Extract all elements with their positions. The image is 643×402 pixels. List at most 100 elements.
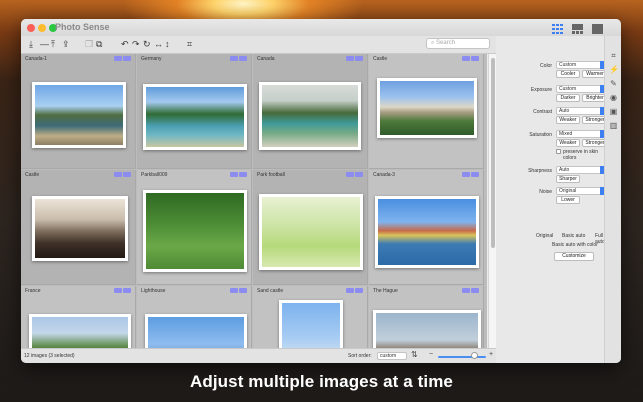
cell-badges bbox=[461, 172, 479, 179]
zoom-slider-knob[interactable] bbox=[470, 352, 478, 359]
sharpness-label: Sharpness bbox=[528, 168, 552, 174]
grid-cell[interactable]: Lighthouse bbox=[137, 286, 252, 348]
grid-cell[interactable]: The Hague bbox=[369, 286, 484, 348]
exposure-select[interactable]: Custom bbox=[556, 85, 608, 93]
saturation-label: Saturation bbox=[529, 132, 552, 138]
promo-caption: Adjust multiple images at a time bbox=[190, 372, 453, 391]
camera-icon[interactable]: ▣ bbox=[609, 107, 618, 116]
contrast-select[interactable]: Auto bbox=[556, 107, 608, 115]
photo-thumbnail bbox=[259, 82, 361, 150]
saturation-select[interactable]: Mixed bbox=[556, 130, 608, 138]
cell-badges bbox=[461, 56, 479, 63]
status-bar: 12 images (3 selected) Sort order: custo… bbox=[21, 348, 496, 363]
grid-cell[interactable]: Canada bbox=[253, 54, 368, 169]
badge-icon bbox=[355, 56, 363, 61]
export-all-icon[interactable]: ⇪ bbox=[62, 39, 70, 50]
image-grid: Canada-1 Germany Canada Castle Castle Pa… bbox=[21, 54, 487, 348]
cell-badges bbox=[229, 172, 247, 179]
grid-cell[interactable]: Sand castle bbox=[253, 286, 368, 348]
palette-icon[interactable]: ◉ bbox=[609, 93, 618, 102]
badge-icon bbox=[123, 172, 131, 177]
grid-cell[interactable]: Castle bbox=[21, 170, 136, 285]
customize-button[interactable]: Customize bbox=[554, 252, 594, 261]
close-window-button[interactable] bbox=[27, 24, 35, 32]
photo-thumbnail bbox=[373, 310, 481, 348]
noise-label: Noise bbox=[539, 189, 552, 195]
flip-horizontal-icon[interactable]: ↔ bbox=[154, 39, 163, 50]
noise-lower-button[interactable]: Lower bbox=[556, 196, 580, 204]
contrast-value: Auto bbox=[559, 108, 570, 114]
crop-tool-icon[interactable]: ⌗ bbox=[609, 51, 618, 60]
tool-tab-column: ⌗ ⚡ ✎ ◉ ▣ ▥ bbox=[604, 36, 621, 363]
badge-icon bbox=[471, 288, 479, 293]
crop-icon[interactable]: ⌗ bbox=[187, 39, 192, 50]
cell-label: Germany bbox=[141, 56, 162, 62]
undo-icon[interactable]: ↶ bbox=[121, 39, 129, 50]
grid-view-icon[interactable] bbox=[552, 21, 563, 34]
photo-thumbnail bbox=[29, 314, 131, 348]
cell-label: Canada-3 bbox=[373, 172, 395, 178]
import-icon[interactable]: ⤓ bbox=[29, 39, 33, 50]
scrollbar-thumb[interactable] bbox=[491, 58, 495, 248]
color-select[interactable]: Custom bbox=[556, 61, 608, 69]
brush-icon[interactable]: ✎ bbox=[609, 79, 618, 88]
duplicate-icon[interactable]: ❐ bbox=[85, 39, 93, 50]
badge-icon bbox=[239, 56, 247, 61]
minimize-window-button[interactable] bbox=[38, 24, 46, 32]
noise-value: Original bbox=[559, 188, 577, 194]
sharper-button[interactable]: Sharper bbox=[556, 175, 580, 183]
sort-direction-icon[interactable]: ⇅ bbox=[411, 350, 418, 359]
basic-auto-option[interactable]: Basic auto bbox=[562, 233, 585, 239]
grid-cell[interactable]: Canada-3 bbox=[369, 170, 484, 285]
export-icon[interactable]: ⤒ bbox=[51, 39, 55, 50]
rotate-icon[interactable]: ↻ bbox=[143, 39, 151, 50]
badge-icon bbox=[114, 56, 122, 61]
sort-order-label: Sort order: bbox=[348, 353, 372, 359]
flip-vertical-icon[interactable]: ↕ bbox=[165, 39, 170, 50]
cell-badges bbox=[113, 288, 131, 295]
cell-label: Canada bbox=[257, 56, 275, 62]
sharpness-select[interactable]: Auto bbox=[556, 166, 608, 174]
basic-auto-color-option[interactable]: Basic auto with color bbox=[552, 242, 598, 248]
photo-thumbnail bbox=[32, 196, 128, 261]
redo-icon[interactable]: ↷ bbox=[132, 39, 140, 50]
badge-icon bbox=[355, 172, 363, 177]
cell-label: Sand castle bbox=[257, 288, 284, 294]
copy-icon[interactable]: ⧉ bbox=[96, 39, 102, 50]
grid-cell[interactable]: Castle bbox=[369, 54, 484, 169]
split-view-icon[interactable] bbox=[572, 21, 583, 34]
grid-cell[interactable]: Parkball009 bbox=[137, 170, 252, 285]
original-option[interactable]: Original bbox=[536, 233, 553, 239]
grid-cell[interactable]: France bbox=[21, 286, 136, 348]
grid-scrollbar[interactable] bbox=[488, 54, 496, 348]
cell-badges bbox=[229, 56, 247, 63]
grid-cell[interactable]: Park football bbox=[253, 170, 368, 285]
cooler-button[interactable]: Cooler bbox=[556, 70, 580, 78]
search-field[interactable]: ⌕ Search bbox=[426, 38, 490, 49]
badge-icon bbox=[462, 56, 470, 61]
grid-cell[interactable]: Canada-1 bbox=[21, 54, 136, 169]
badge-icon bbox=[355, 288, 363, 293]
levels-icon[interactable]: ▥ bbox=[609, 121, 618, 130]
sort-order-select[interactable]: custom bbox=[377, 352, 407, 360]
adjustments-panel: Color Custom Cooler Warmer Exposure Cust… bbox=[496, 36, 608, 363]
cell-badges bbox=[345, 172, 363, 179]
zoom-out-button[interactable]: − bbox=[429, 351, 433, 358]
contrast-weaker-button[interactable]: Weaker bbox=[556, 116, 580, 124]
preserve-skin-checkbox[interactable] bbox=[556, 149, 561, 154]
saturation-weaker-button[interactable]: Weaker bbox=[556, 139, 580, 147]
grid-cell[interactable]: Germany bbox=[137, 54, 252, 169]
cell-badges bbox=[229, 288, 247, 295]
zoom-in-button[interactable]: + bbox=[489, 351, 493, 358]
noise-select[interactable]: Original bbox=[556, 187, 608, 195]
search-icon: ⌕ bbox=[431, 40, 435, 46]
magic-wand-icon[interactable]: ⚡ bbox=[609, 65, 619, 74]
badge-icon bbox=[114, 288, 122, 293]
badge-icon bbox=[239, 172, 247, 177]
badge-icon bbox=[230, 172, 238, 177]
color-label: Color bbox=[540, 63, 552, 69]
zoom-slider[interactable] bbox=[438, 356, 486, 358]
single-view-icon[interactable] bbox=[592, 21, 603, 34]
minus-icon[interactable]: — bbox=[40, 39, 49, 50]
darker-button[interactable]: Darker bbox=[556, 94, 580, 102]
